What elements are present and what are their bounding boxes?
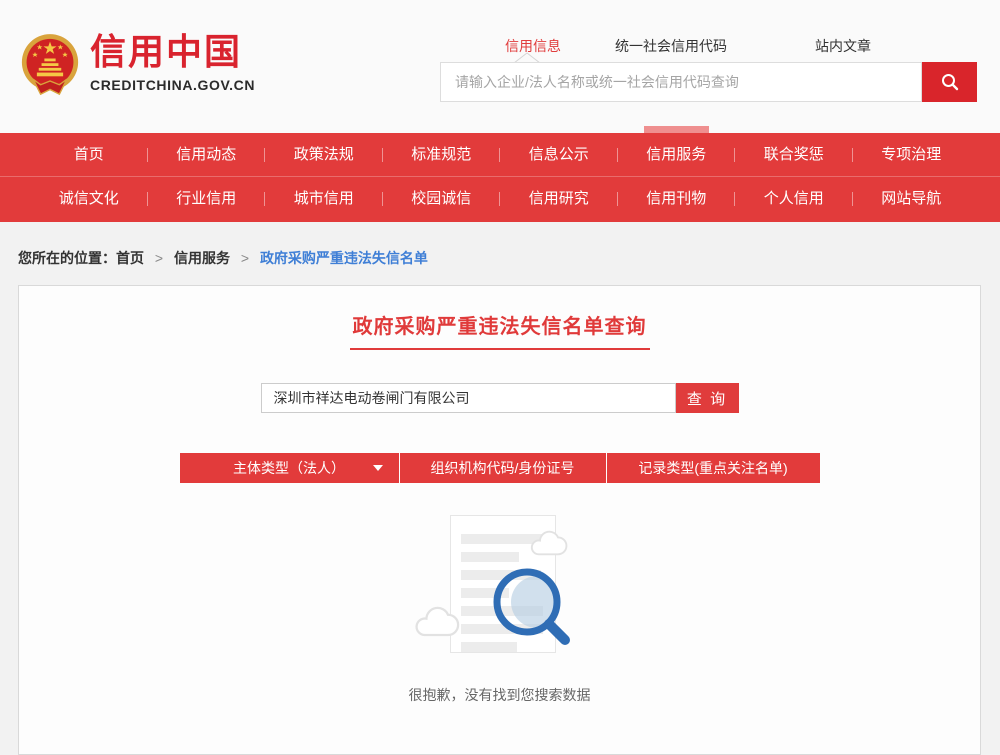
column-header-label: 组织机构代码/身份证号 (431, 458, 575, 478)
nav-item-info-disclosure[interactable]: 信息公示 (500, 133, 618, 176)
breadcrumb-home[interactable]: 首页 (116, 250, 144, 266)
dropdown-caret-icon (373, 465, 383, 471)
column-header-label: 记录类型(重点关注名单) (638, 458, 787, 478)
page-title: 政府采购严重违法失信名单查询 (350, 310, 650, 350)
breadcrumb-separator: > (155, 250, 163, 266)
tab-unified-social-credit-code[interactable]: 统一社会信用代码 (615, 36, 727, 56)
query-form: 查 询 (261, 383, 739, 413)
nav-item-credit-publications[interactable]: 信用刊物 (618, 177, 736, 221)
nav-item-city-credit[interactable]: 城市信用 (265, 177, 383, 221)
breadcrumb-current-page[interactable]: 政府采购严重违法失信名单 (260, 250, 428, 266)
content-panel: 政府采购严重违法失信名单查询 查 询 主体类型（法人） 组织机构代码/身份证号 … (18, 285, 981, 755)
magnifier-graphic (480, 557, 580, 657)
nav-item-industry-credit[interactable]: 行业信用 (148, 177, 266, 221)
nav-item-credit-services[interactable]: 信用服务 (618, 133, 736, 176)
nav-item-joint-rewards[interactable]: 联合奖惩 (735, 133, 853, 176)
cloud-icon (412, 605, 460, 638)
no-results-message: 很抱歉，没有找到您搜索数据 (19, 685, 980, 705)
breadcrumb-credit-services[interactable]: 信用服务 (174, 250, 230, 266)
header-search-bar (440, 62, 977, 102)
column-header-label: 主体类型（法人） (233, 458, 345, 478)
nav-item-personal-credit[interactable]: 个人信用 (735, 177, 853, 221)
column-header-record-type: 记录类型(重点关注名单) (607, 453, 820, 483)
nav-item-site-map[interactable]: 网站导航 (853, 177, 971, 221)
site-title: 信用中国 (90, 32, 255, 72)
nav-item-standards[interactable]: 标准规范 (383, 133, 501, 176)
site-header: 信用中国 CREDITCHINA.GOV.CN 信用信息 统一社会信用代码 站内… (0, 0, 1000, 133)
nav-item-campus-integrity[interactable]: 校园诚信 (383, 177, 501, 221)
header-search-button[interactable] (922, 62, 977, 102)
empty-state-illustration (390, 509, 610, 669)
main-nav: 首页 信用动态 政策法规 标准规范 信息公示 信用服务 联合奖惩 专项治理 诚信… (0, 133, 1000, 222)
cloud-icon (528, 529, 568, 557)
nav-item-credit-news[interactable]: 信用动态 (148, 133, 266, 176)
breadcrumb-separator: > (241, 250, 249, 266)
column-header-subject-type[interactable]: 主体类型（法人） (180, 453, 399, 483)
header-search-input[interactable] (440, 62, 922, 102)
site-subtitle: CREDITCHINA.GOV.CN (90, 77, 255, 93)
query-button[interactable]: 查 询 (676, 383, 739, 413)
magnifier-icon (940, 72, 960, 92)
breadcrumb-prefix: 您所在的位置： (18, 250, 116, 266)
active-nav-highlight (644, 126, 709, 133)
national-emblem-icon (20, 32, 80, 100)
tab-site-articles[interactable]: 站内文章 (815, 36, 871, 56)
column-header-org-code: 组织机构代码/身份证号 (400, 453, 606, 483)
nav-item-special-governance[interactable]: 专项治理 (853, 133, 971, 176)
site-logo[interactable]: 信用中国 CREDITCHINA.GOV.CN (20, 32, 255, 100)
breadcrumb: 您所在的位置：首页 > 信用服务 > 政府采购严重违法失信名单 (18, 248, 428, 268)
query-input[interactable] (261, 383, 676, 413)
nav-item-policies[interactable]: 政策法规 (265, 133, 383, 176)
nav-item-integrity-culture[interactable]: 诚信文化 (30, 177, 148, 221)
nav-item-credit-research[interactable]: 信用研究 (500, 177, 618, 221)
nav-item-home[interactable]: 首页 (30, 133, 148, 176)
results-table-header: 主体类型（法人） 组织机构代码/身份证号 记录类型(重点关注名单) (180, 453, 820, 483)
